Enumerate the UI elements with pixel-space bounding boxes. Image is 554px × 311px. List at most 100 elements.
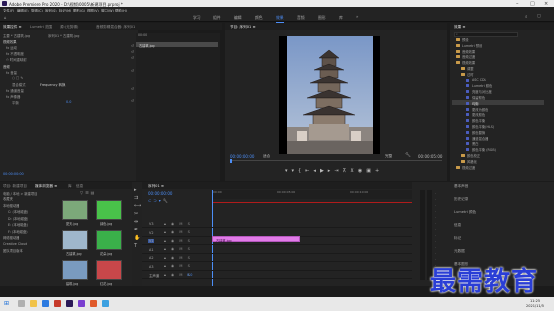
panel-list-item[interactable]: 标记	[454, 236, 461, 241]
track-controls[interactable]: 🔒︎ ◉ M S	[164, 264, 192, 268]
effect-row-time-remap[interactable]: ⏱ 时间重映射	[6, 57, 27, 62]
track-select-tool-icon[interactable]: ⇉	[134, 195, 138, 201]
track-label[interactable]: 主声道	[148, 273, 160, 278]
play-icon[interactable]: ▶	[320, 168, 328, 174]
tab-source[interactable]: 源:(无剪辑)	[60, 25, 78, 30]
blend-mode-dropdown[interactable]: Frequency 转换	[40, 82, 65, 87]
program-playhead[interactable]	[230, 158, 232, 163]
mask-tools[interactable]: ○ □ ✎	[12, 76, 23, 80]
effects-list-item[interactable]: 更改为颜色	[472, 107, 488, 112]
tab-project[interactable]: 项目: 新建项目	[3, 184, 27, 189]
effect-row-volume[interactable]: fx 音量	[6, 70, 17, 75]
media-tree-item[interactable]: Creative Cloud	[3, 242, 27, 246]
reset-icon[interactable]: ↺	[131, 99, 134, 103]
search-taskbar-icon[interactable]	[18, 300, 25, 307]
reset-icon[interactable]: ↺	[131, 87, 134, 91]
media-tree-item[interactable]: 团队项目版本	[3, 248, 23, 253]
effects-list-item[interactable]: 音频过渡	[462, 54, 475, 59]
maximize-icon[interactable]: □	[530, 1, 535, 7]
start-icon[interactable]: ⊞	[4, 300, 9, 307]
compare-icon[interactable]: ▣	[366, 168, 375, 174]
track-controls[interactable]: 🔒︎ ◉ M S	[164, 230, 192, 234]
go-to-out-icon[interactable]: ⇥	[334, 168, 342, 174]
reset-icon[interactable]: ↺	[131, 69, 134, 73]
effects-list-item[interactable]: 视频过渡	[462, 165, 475, 170]
playback-resolution-dropdown[interactable]: 完整	[385, 154, 392, 159]
app-icon[interactable]	[102, 300, 109, 307]
track-controls[interactable]: 🔒︎ ◉ M S	[164, 239, 192, 243]
tab-effects[interactable]: 效果 ≡	[454, 25, 465, 30]
premiere-taskbar-icon[interactable]	[66, 300, 73, 307]
track-controls[interactable]: 🔒︎ ◉ M S	[164, 222, 192, 226]
edge-icon[interactable]	[42, 300, 49, 307]
media-tree-item[interactable]: C: (本地磁盘)	[8, 209, 28, 214]
effects-list-item[interactable]: 颜色校正	[467, 153, 480, 158]
tab-sequence[interactable]: 序列01 ≡	[148, 184, 164, 189]
workspace-libraries[interactable]: 库	[339, 15, 343, 21]
panel-list-item[interactable]: 基本声音	[454, 184, 468, 189]
panel-list-item[interactable]: 信息	[454, 223, 461, 228]
effects-list-item[interactable]: 颜色平衡	[472, 118, 485, 123]
media-tree-item[interactable]: 本地驱动器	[3, 203, 19, 208]
effects-list-item[interactable]: 均衡	[472, 101, 479, 106]
effects-list-item[interactable]: 通道混合器	[472, 136, 488, 141]
app-icon[interactable]	[78, 300, 85, 307]
app-icon[interactable]	[54, 300, 61, 307]
work-area-bar[interactable]	[212, 202, 412, 203]
home-icon[interactable]: ⌂	[4, 15, 7, 20]
slip-tool-icon[interactable]: ⇹	[134, 219, 138, 225]
effects-list-item[interactable]: 颜色平衡 (RGB)	[472, 147, 496, 152]
effect-controls-timecode[interactable]: 00:00:00:00	[3, 172, 24, 176]
ripple-edit-tool-icon[interactable]: ⟷	[134, 203, 141, 209]
taskbar-time[interactable]: 11:25	[520, 299, 550, 303]
panel-list-item[interactable]: 历史记录	[454, 197, 468, 202]
panel-list-item[interactable]: 元数据	[454, 249, 465, 254]
timeline-clip[interactable]: 古建筑.jpg	[212, 236, 300, 243]
effect-row-motion[interactable]: fx 运动	[6, 45, 17, 50]
workspace-learn[interactable]: 学习	[193, 15, 201, 21]
track-label[interactable]: A2	[148, 256, 154, 260]
file-explorer-icon[interactable]	[30, 300, 37, 307]
taskbar-date[interactable]: 2021/11/5	[520, 304, 550, 308]
zoom-fit-dropdown[interactable]: 适合	[263, 154, 270, 159]
notification-icon[interactable]: ◻	[537, 14, 541, 19]
tab-libraries[interactable]: 库	[68, 184, 72, 189]
track-label[interactable]: V1	[148, 239, 155, 243]
settings-icon[interactable]: 🔧︎	[163, 198, 170, 203]
timeline-timecode[interactable]: 00:00:00:00	[148, 191, 172, 196]
master-track-volume[interactable]: 0.0	[187, 273, 192, 277]
panel-list-item[interactable]: Lumetri 颜色	[454, 210, 476, 215]
hand-tool-icon[interactable]: ✋	[134, 235, 140, 241]
effects-list-item[interactable]: 颜色平衡(HLS)	[472, 124, 494, 129]
program-timecode-current[interactable]: 00:00:00:00	[230, 154, 254, 159]
track-label[interactable]: A3	[148, 265, 154, 269]
track-controls[interactable]: 🔒︎ ◉ M S	[164, 247, 192, 251]
reset-icon[interactable]: ↺	[131, 50, 134, 54]
minimize-icon[interactable]: –	[516, 1, 519, 7]
media-thumbnail[interactable]	[62, 260, 88, 280]
tab-lumetri-scopes[interactable]: Lumetri 范围	[30, 25, 52, 30]
workspace-audio[interactable]: 音频	[297, 15, 305, 21]
close-icon[interactable]: ×	[544, 1, 548, 7]
program-scrubber[interactable]	[230, 160, 442, 161]
effects-list-item[interactable]: 黑白	[472, 141, 479, 146]
effects-list-item[interactable]: 视频效果	[462, 60, 475, 65]
media-thumbnail[interactable]	[96, 230, 122, 250]
wrench-icon[interactable]: 🔧︎	[405, 153, 411, 158]
track-controls[interactable]: 🔒︎ ◉ M S	[164, 256, 192, 260]
effects-list-item[interactable]: 风格化	[467, 159, 477, 164]
media-tree-item[interactable]: 收藏夹	[3, 196, 13, 201]
export-frame-icon[interactable]: ◉	[358, 168, 366, 174]
reset-icon[interactable]: ↺	[131, 44, 134, 48]
media-thumbnail[interactable]	[62, 200, 88, 220]
source-label[interactable]: 主要 * 古建筑.jpg	[3, 33, 30, 38]
media-tree-item[interactable]: D: (本地磁盘)	[8, 216, 28, 221]
workspace-assembly[interactable]: 组件	[213, 15, 221, 21]
selection-tool-icon[interactable]: ▸	[134, 187, 137, 193]
reset-icon[interactable]: ↺	[131, 56, 134, 60]
app-icon[interactable]	[90, 300, 97, 307]
list-icon[interactable]: ▤	[91, 190, 97, 195]
tab-info[interactable]: 信息	[76, 184, 83, 189]
effects-list-item[interactable]: 更改颜色	[472, 112, 485, 117]
add-button-icon[interactable]: +	[375, 168, 383, 174]
